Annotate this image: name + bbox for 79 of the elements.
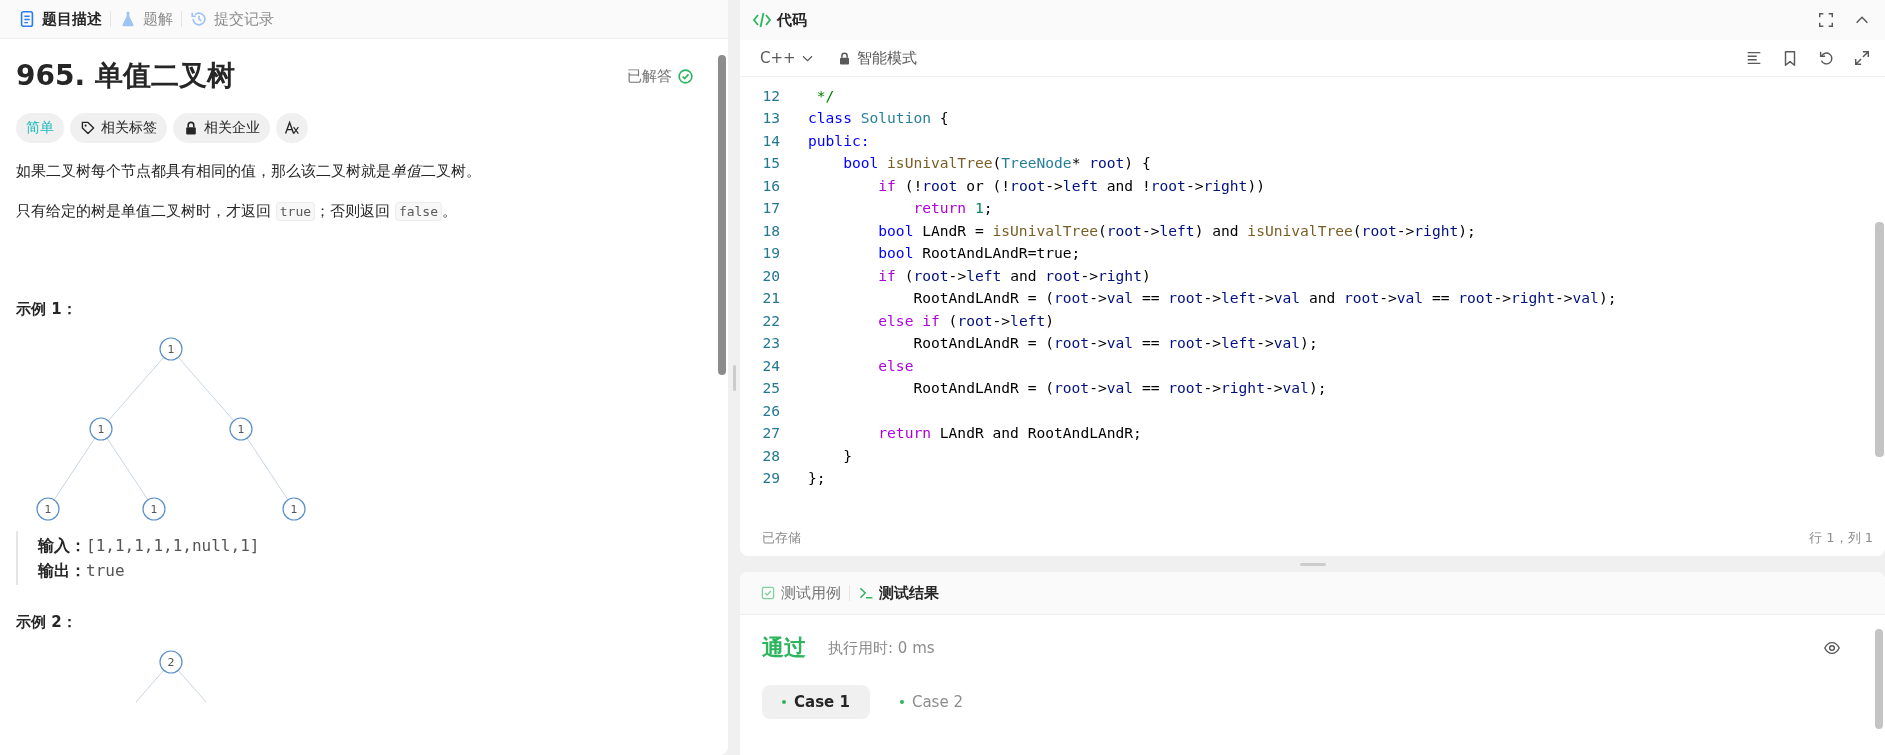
line-number: 17	[761, 199, 780, 217]
code-line: RootAndLAndR = (root->val == root->left->val and root->val == root->right->val);	[912, 289, 1617, 307]
line-number: 22	[761, 311, 780, 329]
tag-button[interactable]: 相关企业	[173, 113, 270, 143]
code-line: else if (root->left)	[877, 311, 1055, 329]
panel-title: 代码	[777, 10, 807, 30]
document-icon	[18, 10, 36, 28]
code-line: bool isUnivalTree(TreeNode* root) {	[842, 154, 1151, 172]
lock-icon	[183, 120, 199, 136]
expand-icon[interactable]	[1853, 49, 1871, 67]
save-status: 已存储	[762, 529, 801, 547]
line-number: 27	[761, 424, 780, 442]
terminal-icon	[858, 585, 874, 601]
line-number: 21	[761, 289, 780, 307]
case-tab[interactable]: Case 1	[762, 685, 870, 719]
cursor-position: 行 1，列 1	[1809, 529, 1873, 547]
undo-icon[interactable]	[1817, 49, 1835, 67]
problem-title: 965. 单值二叉树	[16, 58, 235, 94]
code-line: public:	[808, 131, 870, 149]
code-line: */	[815, 86, 835, 104]
tag-button[interactable]: 相关标签	[70, 113, 167, 143]
status-text: 已解答	[627, 66, 672, 86]
tab[interactable]: 测试结果	[850, 583, 947, 603]
line-number: 14	[761, 131, 780, 149]
code-line: class Solution {	[808, 109, 949, 127]
line-number: 15	[761, 154, 780, 172]
language-dropdown[interactable]: C++	[760, 49, 815, 67]
code-line: if (root->left and root->right)	[877, 266, 1151, 284]
scrollbar[interactable]	[718, 55, 726, 375]
tag-icon	[80, 120, 96, 136]
code-line: if (!root or (!root->left and !root->right))	[877, 176, 1265, 194]
code-line: RootAndLAndR = (root->val == root->right->val);	[912, 379, 1327, 397]
checkbox-icon	[760, 585, 776, 601]
line-number: 26	[761, 401, 780, 419]
format-icon[interactable]	[1745, 49, 1763, 67]
example-heading: 示例 2：	[16, 613, 78, 632]
code-line: bool LAndR = isUnivalTree(root->left) and isUnivalTree(root->right);	[877, 221, 1476, 239]
io-value: [1,1,1,1,1,null,1]	[86, 536, 260, 555]
tree-diagram: 1 1 1 1 1 1	[16, 333, 316, 523]
code-line: RootAndLAndR = (root->val == root->left->val);	[912, 334, 1318, 352]
line-number: 12	[761, 86, 780, 104]
line-number: 19	[761, 244, 780, 262]
io-value: true	[86, 561, 125, 580]
verdict-text: 通过	[762, 634, 806, 662]
tree-diagram: 2	[16, 646, 316, 755]
resize-handle[interactable]	[732, 364, 736, 391]
line-number: 28	[761, 446, 780, 464]
io-label: 输出：	[38, 561, 86, 580]
fullscreen-icon[interactable]	[1817, 11, 1835, 29]
code-line: return LAndR and RootAndLAndR;	[877, 424, 1142, 442]
translate-icon	[284, 120, 300, 136]
description-text: 只有给定的树是单值二叉树时，才返回 true ；否则返回 false 。	[16, 201, 458, 223]
line-number: 29	[761, 469, 780, 487]
code-icon	[752, 10, 772, 30]
line-number: 18	[761, 221, 780, 239]
scrollbar[interactable]	[1875, 629, 1883, 729]
line-number: 13	[761, 109, 780, 127]
runtime-text: 执行用时: 0 ms	[828, 638, 935, 658]
scrollbar[interactable]	[1875, 222, 1884, 457]
tab[interactable]: 题目描述	[10, 0, 110, 38]
line-number: 23	[761, 334, 780, 352]
mode-label: 智能模式	[856, 48, 917, 68]
example-heading: 示例 1：	[16, 300, 78, 319]
eye-icon[interactable]	[1823, 639, 1841, 657]
code-line: }	[842, 446, 852, 464]
resize-handle[interactable]	[1299, 562, 1326, 566]
description-text: 如果二叉树每个节点都具有相同的值，那么该二叉树就是单值二叉树。	[16, 161, 482, 182]
line-number: 16	[761, 176, 780, 194]
tab[interactable]: 测试用例	[752, 583, 849, 603]
io-label: 输入：	[38, 536, 86, 555]
history-icon	[190, 10, 208, 28]
code-line: bool RootAndLAndR=true;	[877, 244, 1081, 262]
code-line: };	[808, 469, 826, 487]
code-line: return 1;	[912, 199, 993, 217]
translate-button[interactable]	[276, 113, 308, 143]
line-number: 25	[761, 379, 780, 397]
line-number: 20	[761, 266, 780, 284]
line-number: 24	[761, 356, 780, 374]
code-line: else	[877, 356, 914, 374]
